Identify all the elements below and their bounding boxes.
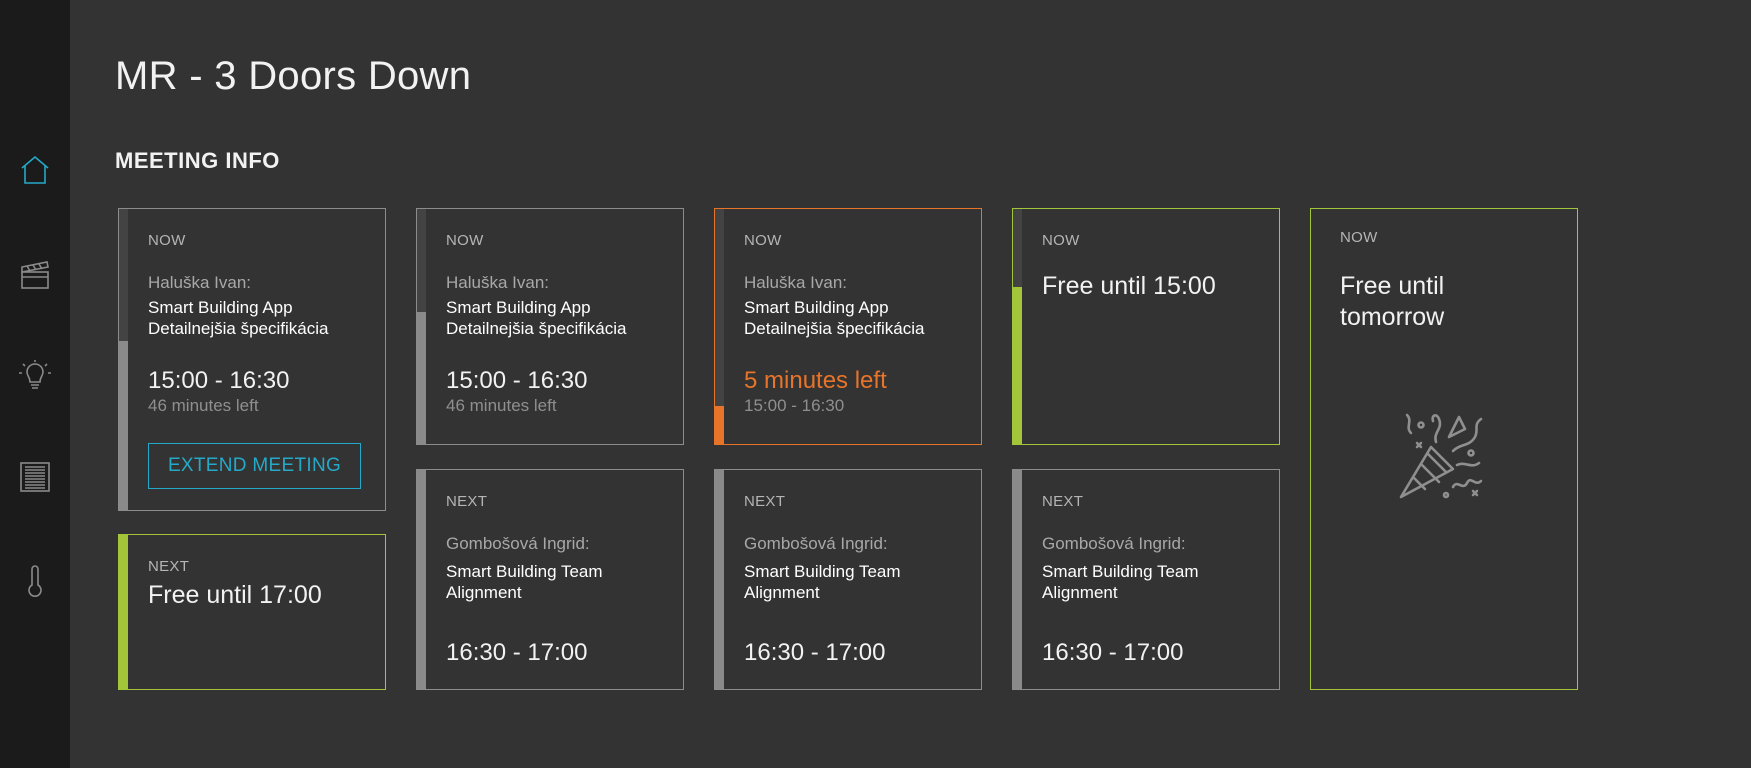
page-title: MR - 3 Doors Down	[115, 54, 472, 98]
next-card-free[interactable]: NEXT Free until 17:00	[118, 534, 386, 690]
next-meeting-card[interactable]: NEXT Gombošová Ingrid: Smart Building Te…	[714, 469, 982, 690]
free-status: Free until 15:00	[1042, 272, 1216, 300]
home-icon	[21, 155, 49, 184]
meeting-time: 16:30 - 17:00	[1042, 639, 1184, 666]
progress-strip	[715, 470, 724, 689]
progress-fill	[715, 406, 724, 444]
nav-home[interactable]	[15, 150, 55, 190]
meeting-subject: Smart Building Team Alignment	[1042, 562, 1199, 602]
card-label: NOW	[1340, 229, 1378, 246]
progress-strip	[1013, 209, 1022, 444]
meeting-subject: Smart Building App Detailnejšia špecifik…	[446, 298, 627, 338]
organizer: Haluška Ivan:	[744, 273, 847, 292]
card-label: NEXT	[1042, 493, 1084, 510]
meeting-subject: Smart Building Team Alignment	[446, 562, 603, 602]
now-card-free-all-day[interactable]: NOW Free until tomorrow	[1310, 208, 1578, 690]
nav-temperature[interactable]	[15, 561, 55, 601]
meeting-time: 15:00 - 16:30	[148, 367, 290, 394]
sidebar	[0, 0, 70, 768]
meeting-time: 16:30 - 17:00	[446, 639, 588, 666]
card-label: NEXT	[148, 558, 190, 575]
meeting-subject: Smart Building Team Alignment	[744, 562, 901, 602]
progress-strip	[119, 535, 128, 689]
free-status: Free until tomorrow	[1340, 272, 1445, 331]
progress-strip	[417, 209, 426, 444]
main-content: MR - 3 Doors Down MEETING INFO NOW Haluš…	[70, 0, 1751, 768]
time-remaining: 46 minutes left	[446, 396, 557, 415]
thermometer-icon	[28, 565, 42, 597]
progress-fill	[119, 535, 128, 689]
meeting-subject: Smart Building App Detailnejšia špecifik…	[148, 298, 329, 338]
clapperboard-icon	[21, 261, 49, 289]
progress-strip	[715, 209, 724, 444]
organizer: Gombošová Ingrid:	[744, 534, 888, 553]
card-label: NEXT	[446, 493, 488, 510]
card-label: NOW	[744, 232, 782, 249]
meeting-subject: Smart Building App Detailnejšia špecifik…	[744, 298, 925, 338]
time-remaining: 46 minutes left	[148, 396, 259, 415]
meeting-time: 16:30 - 17:00	[744, 639, 886, 666]
next-meeting-card[interactable]: NEXT Gombošová Ingrid: Smart Building Te…	[416, 469, 684, 690]
free-status: Free until 17:00	[148, 581, 322, 609]
blinds-icon	[20, 462, 50, 492]
progress-fill	[417, 312, 426, 444]
lightbulb-icon	[19, 360, 51, 389]
card-label: NOW	[148, 232, 186, 249]
organizer: Haluška Ivan:	[148, 273, 251, 292]
organizer: Haluška Ivan:	[446, 273, 549, 292]
progress-fill	[1013, 470, 1022, 689]
card-label: NOW	[1042, 232, 1080, 249]
progress-strip	[119, 209, 128, 510]
progress-strip	[417, 470, 426, 689]
party-popper-icon	[1399, 413, 1483, 499]
progress-fill	[119, 341, 128, 510]
nav-lights[interactable]	[15, 355, 55, 395]
next-meeting-card[interactable]: NEXT Gombošová Ingrid: Smart Building Te…	[1012, 469, 1280, 690]
nav-media[interactable]	[15, 255, 55, 295]
meeting-card-now[interactable]: NOW Haluška Ivan: Smart Building App Det…	[118, 208, 386, 511]
organizer: Gombošová Ingrid:	[1042, 534, 1186, 553]
time-remaining: 5 minutes left	[744, 367, 887, 394]
card-label: NOW	[446, 232, 484, 249]
meeting-card-ending[interactable]: NOW Haluška Ivan: Smart Building App Det…	[714, 208, 982, 445]
meeting-time: 15:00 - 16:30	[446, 367, 588, 394]
progress-fill	[417, 470, 426, 689]
meeting-card-now[interactable]: NOW Haluška Ivan: Smart Building App Det…	[416, 208, 684, 445]
card-label: NEXT	[744, 493, 786, 510]
progress-fill	[1013, 286, 1022, 444]
extend-meeting-button[interactable]: EXTEND MEETING	[148, 443, 361, 489]
progress-strip	[1013, 470, 1022, 689]
meeting-time: 15:00 - 16:30	[744, 396, 845, 415]
progress-fill	[715, 470, 724, 689]
now-card-free[interactable]: NOW Free until 15:00	[1012, 208, 1280, 445]
nav-blinds[interactable]	[15, 457, 55, 497]
organizer: Gombošová Ingrid:	[446, 534, 590, 553]
section-title: MEETING INFO	[115, 148, 280, 173]
